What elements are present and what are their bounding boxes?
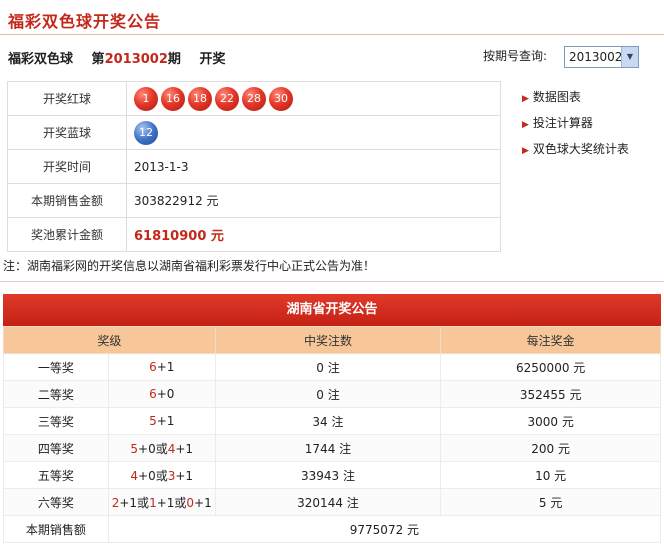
red-balls: 1 16 18 22 28 30	[126, 81, 501, 116]
prize-sales-label: 本期销售额	[3, 515, 109, 543]
title-divider	[0, 34, 664, 35]
table-row: 六等奖 2+1或1+1或0+1 320144 注5 元	[3, 488, 661, 516]
red-ball: 18	[188, 86, 212, 111]
prize-count: 0 注	[214, 380, 442, 408]
red-ball-row: 开奖红球 1 16 18 22 28 30	[7, 81, 501, 116]
prize-amount: 200 元	[440, 434, 661, 462]
draw-time-value: 2013-1-3	[126, 149, 501, 184]
prize-condition: 4+0或3+1	[107, 461, 216, 489]
table-row: 三等奖 5+1 34 注 3000 元	[3, 407, 661, 435]
chevron-down-icon[interactable]: ▼	[621, 47, 638, 67]
prize-amount: 6250000 元	[440, 353, 661, 381]
prize-table-header: 奖级 中奖注数 每注奖金	[3, 326, 661, 354]
draw-time-label: 开奖时间	[7, 149, 127, 184]
pool-label: 奖池累计金额	[7, 217, 127, 252]
header-count: 中奖注数	[214, 326, 442, 354]
prize-level: 六等奖	[3, 488, 109, 516]
sales-row: 本期销售金额 303822912 元	[7, 183, 501, 218]
prize-level: 四等奖	[3, 434, 109, 462]
table-row: 四等奖 5+0或4+1 1744 注 200 元	[3, 434, 661, 462]
province-title: 湖南省开奖公告	[3, 294, 661, 326]
prize-condition: 5+1	[107, 407, 216, 435]
red-ball: 16	[161, 86, 185, 111]
query-label: 按期号查询:	[483, 49, 548, 63]
draw-info-table: 开奖红球 1 16 18 22 28 30 开奖蓝球 12 开奖时间 2013-1-3 本…	[7, 81, 501, 252]
prize-count: 1744 注	[214, 434, 442, 462]
prize-amount: 5 元	[440, 488, 661, 516]
pool-value: 61810900 元	[134, 229, 224, 244]
header-prize: 每注奖金	[440, 326, 661, 354]
sales-value: 303822912 元	[126, 183, 501, 218]
red-ball: 22	[215, 86, 239, 111]
blue-ball-label: 开奖蓝球	[7, 115, 127, 150]
draw-tag: 开奖	[199, 52, 226, 67]
blue-ball-row: 开奖蓝球 12	[7, 115, 501, 150]
page-title: 福彩双色球开奖公告	[8, 12, 162, 31]
prize-table: 奖级 中奖注数 每注奖金 一等奖 6+1 0 注 6250000 元二等奖 6+0 0 注…	[3, 326, 662, 543]
link-stats[interactable]: ▶ 双色球大奖统计表	[522, 140, 629, 166]
link-calculator[interactable]: ▶ 投注计算器	[522, 114, 629, 140]
header-level: 奖级	[3, 326, 216, 354]
triangle-right-icon: ▶	[522, 94, 529, 104]
prize-level: 二等奖	[3, 380, 109, 408]
issue-select-value: 2013002	[569, 50, 623, 64]
disclaimer-note: 注：湖南福彩网的开奖信息以湖南省福利彩票发行中心正式公告为准！	[3, 259, 376, 273]
prize-amount: 10 元	[440, 461, 661, 489]
prize-sales-row: 本期销售额 9775072 元	[3, 515, 662, 543]
table-row: 一等奖 6+1 0 注 6250000 元	[3, 353, 661, 381]
red-ball: 1	[134, 86, 158, 111]
red-ball: 28	[242, 86, 266, 111]
prize-level: 五等奖	[3, 461, 109, 489]
side-links: ▶ 数据图表 ▶ 投注计算器 ▶ 双色球大奖统计表	[522, 88, 629, 166]
triangle-right-icon: ▶	[522, 120, 529, 130]
issue-select[interactable]: 2013002 ▼	[564, 46, 639, 68]
table-row: 五等奖 4+0或3+1 33943 注 10 元	[3, 461, 661, 489]
red-ball-label: 开奖红球	[7, 81, 127, 116]
prize-count: 33943 注	[214, 461, 442, 489]
draw-header: 福彩双色球 第2013002期 开奖	[8, 48, 239, 67]
province-section: 湖南省开奖公告 奖级 中奖注数 每注奖金 一等奖 6+1 0 注 6250000 元二…	[3, 294, 662, 543]
prize-count: 34 注	[214, 407, 442, 435]
prize-count: 0 注	[214, 353, 442, 381]
prize-sales-value: 9775072 元	[107, 515, 662, 543]
draw-time-row: 开奖时间 2013-1-3	[7, 149, 501, 184]
prize-level: 一等奖	[3, 353, 109, 381]
prize-count: 320144 注	[214, 488, 442, 516]
link-chart[interactable]: ▶ 数据图表	[522, 88, 629, 114]
blue-ball: 12	[134, 120, 158, 145]
prize-amount: 352455 元	[440, 380, 661, 408]
prize-level: 三等奖	[3, 407, 109, 435]
sales-label: 本期销售金额	[7, 183, 127, 218]
prize-condition: 6+0	[107, 380, 216, 408]
table-row: 二等奖 6+0 0 注 352455 元	[3, 380, 661, 408]
note-divider	[0, 281, 664, 282]
prize-condition: 5+0或4+1	[107, 434, 216, 462]
prize-condition: 2+1或1+1或0+1	[107, 488, 216, 516]
prize-amount: 3000 元	[440, 407, 661, 435]
issue-number: 第2013002期	[91, 52, 181, 67]
game-name: 福彩双色球	[8, 52, 74, 67]
red-ball: 30	[269, 86, 293, 111]
pool-row: 奖池累计金额 61810900 元	[7, 217, 501, 252]
prize-condition: 6+1	[107, 353, 216, 381]
triangle-right-icon: ▶	[522, 146, 529, 156]
